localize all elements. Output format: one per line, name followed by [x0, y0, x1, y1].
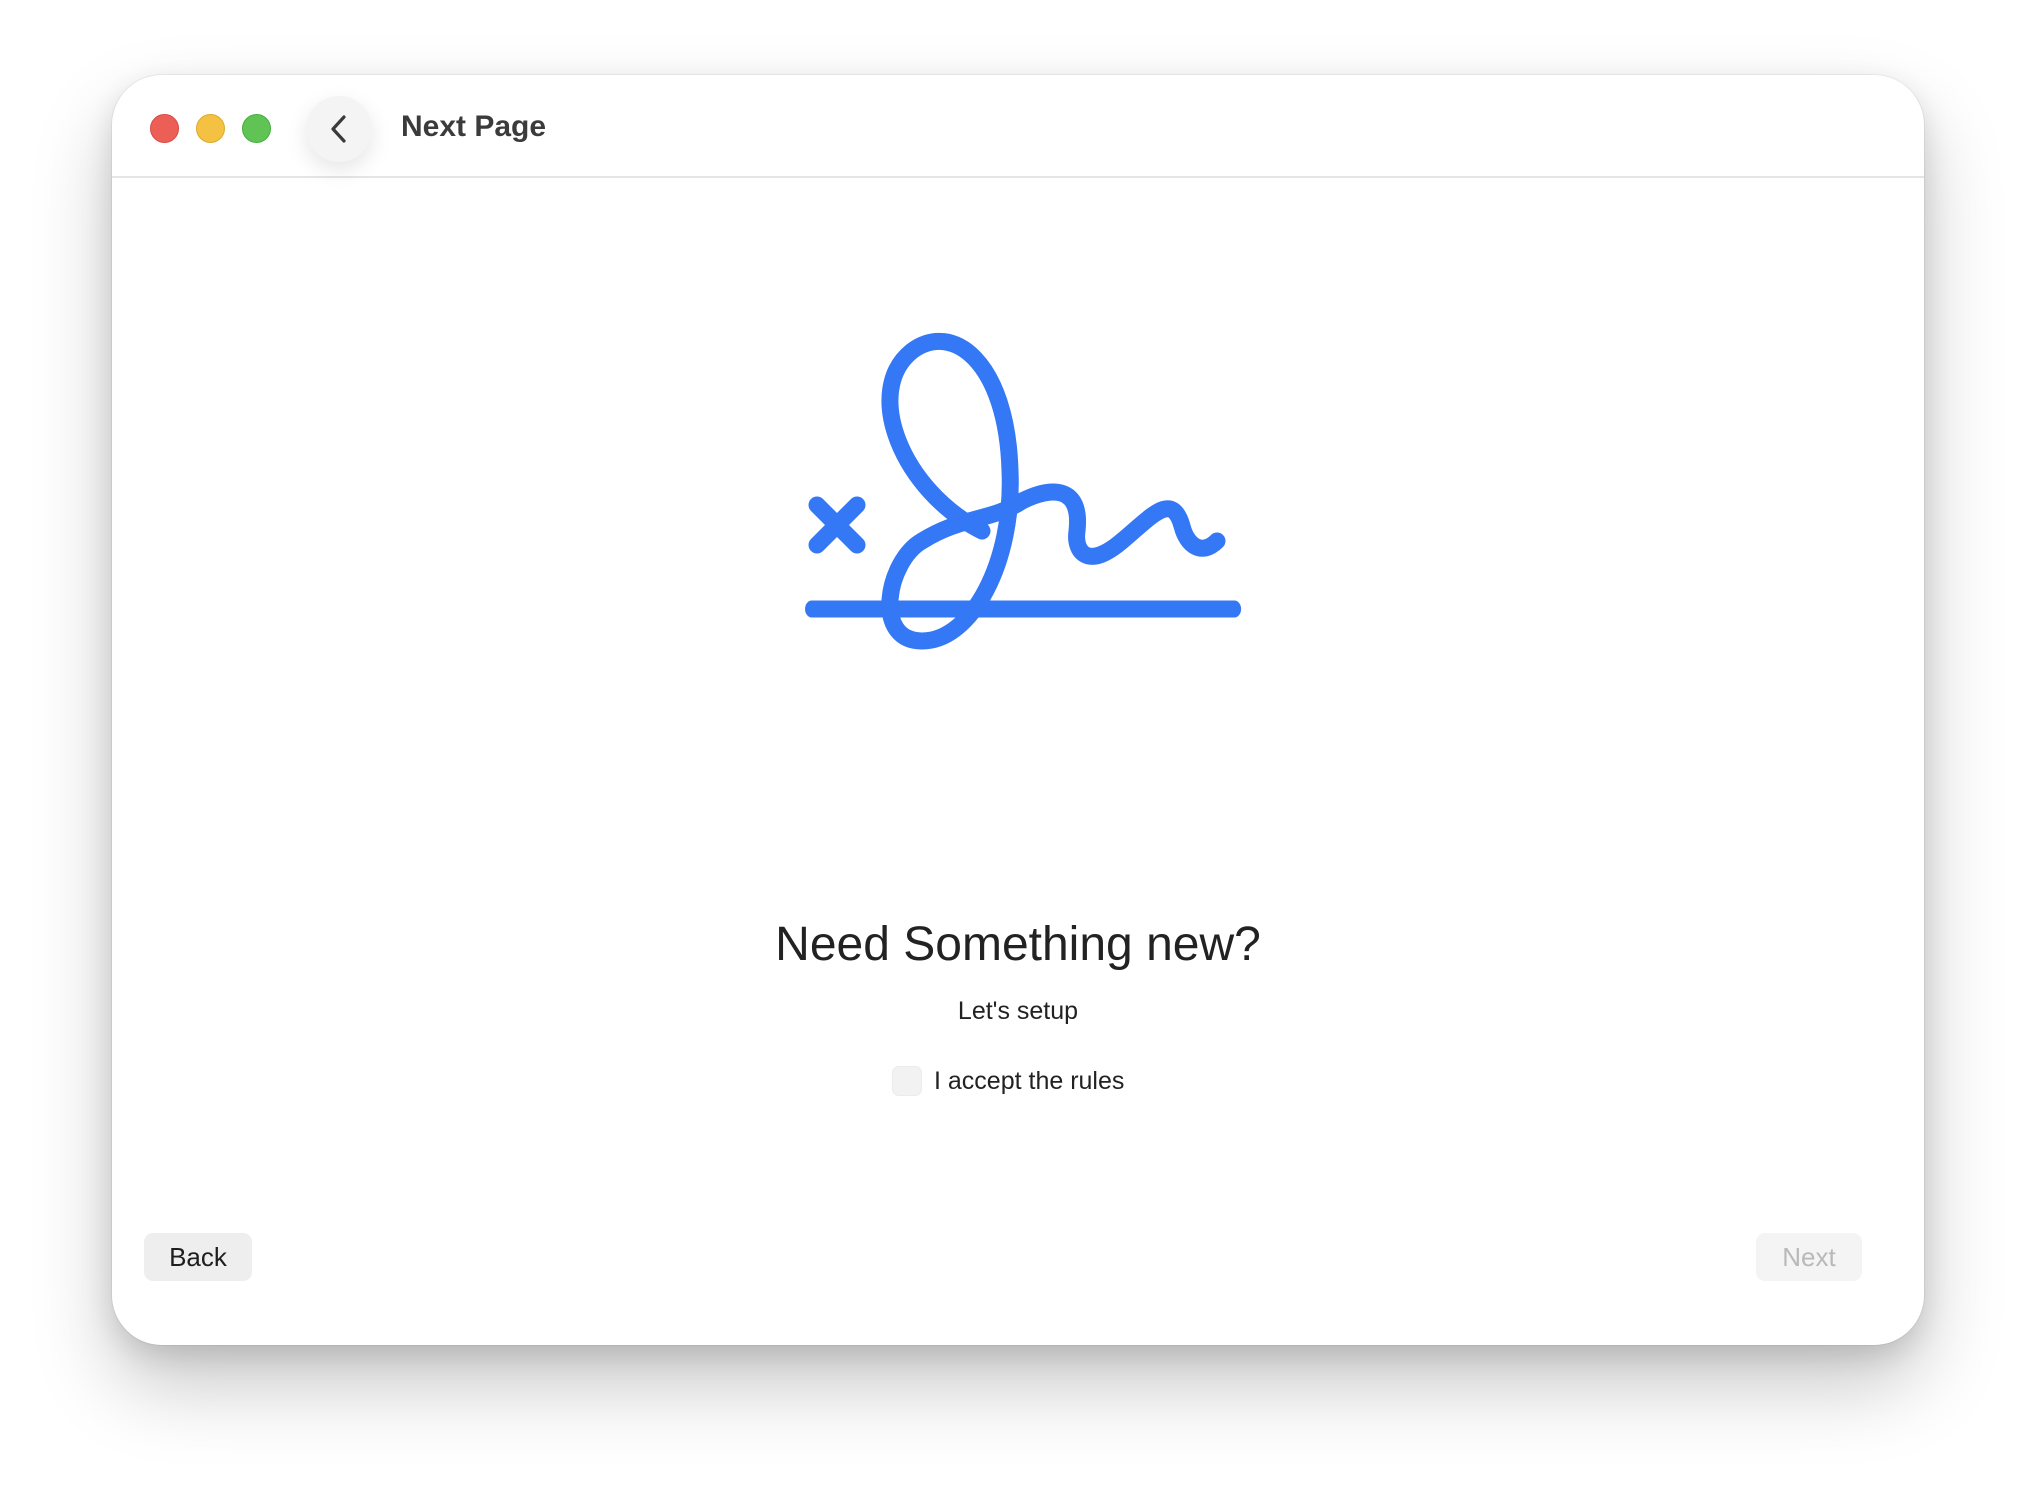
page-heading: Need Something new? [775, 918, 1261, 971]
window-title: Next Page [401, 110, 547, 143]
accept-rules-label: I accept the rules [934, 1067, 1125, 1095]
signature-icon [805, 333, 1242, 650]
zoom-window-button[interactable] [242, 114, 271, 143]
nav-back-button[interactable] [306, 96, 372, 162]
accept-rules-checkbox[interactable] [892, 1066, 922, 1096]
chevron-left-icon [331, 115, 346, 143]
minimize-window-button[interactable] [196, 114, 225, 143]
desktop: Next Page Need Something new? Let's setu… [0, 0, 2034, 1490]
title-bar: Next Page [112, 75, 1924, 178]
page-subheading: Let's setup [957, 997, 1079, 1025]
back-button[interactable]: Back [144, 1233, 252, 1281]
next-button[interactable]: Next [1756, 1233, 1862, 1281]
close-window-button[interactable] [150, 114, 179, 143]
accept-rules-row[interactable]: I accept the rules [892, 1063, 1124, 1099]
app-window: Next Page Need Something new? Let's setu… [112, 75, 1924, 1345]
